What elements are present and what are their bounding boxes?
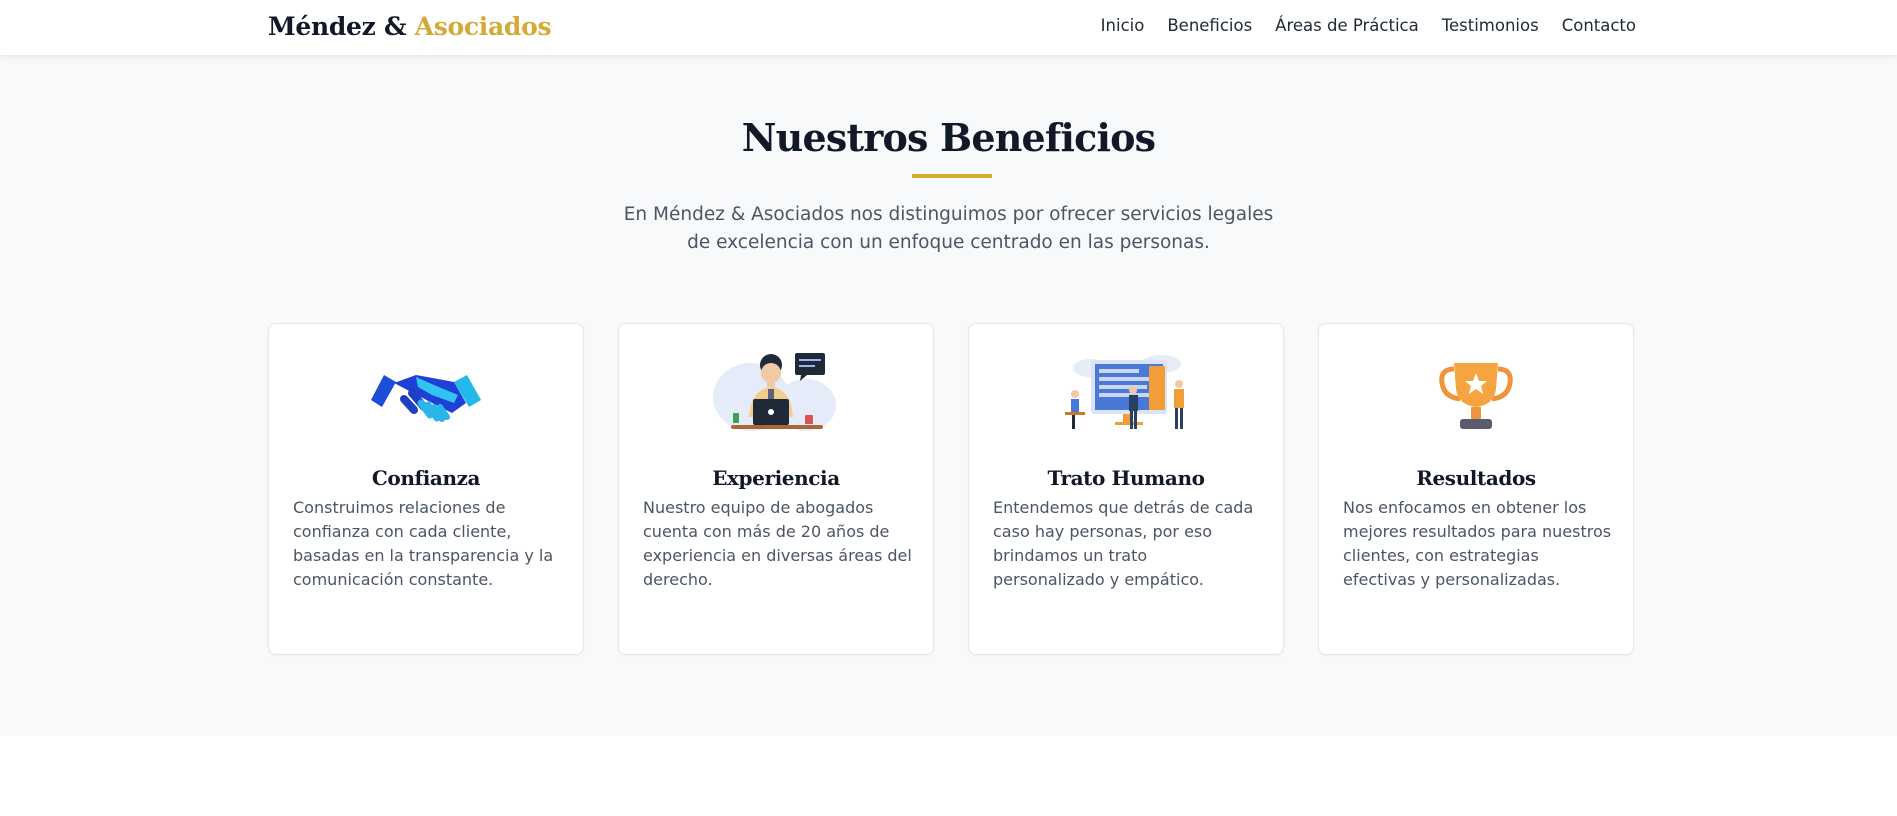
lawyer-laptop-icon [619,350,933,440]
card-description: Entendemos que detrás de cada caso hay p… [993,498,1254,589]
main-nav: Inicio Beneficios Áreas de Práctica Test… [1101,16,1636,35]
logo-main-text: Méndez & [268,12,407,41]
benefit-card-resultados: Resultados Nos enfocamos en obtener los … [1318,323,1634,655]
nav-link-inicio[interactable]: Inicio [1101,16,1145,35]
site-logo[interactable]: Méndez & Asociados [268,12,552,41]
section-subtitle: En Méndez & Asociados nos distinguimos p… [623,204,1274,253]
card-title: Experiencia [712,466,840,490]
card-title: Trato Humano [1047,466,1205,490]
card-title: Resultados [1416,466,1536,490]
card-description: Construimos relaciones de confianza con … [293,498,554,589]
section-title: Nuestros Beneficios [741,115,1156,160]
card-title: Confianza [371,466,481,490]
nav-link-beneficios[interactable]: Beneficios [1167,16,1252,35]
card-description: Nos enfocamos en obtener los mejores res… [1343,498,1612,589]
nav-link-areas-de-practica[interactable]: Áreas de Práctica [1275,16,1419,35]
benefit-card-experiencia: Experiencia Nuestro equipo de abogados c… [618,323,934,655]
benefit-card-confianza: Confianza Construimos relaciones de conf… [268,323,584,655]
benefits-section: Nuestros Beneficios En Méndez & Asociado… [0,55,1897,736]
trophy-icon [1319,350,1633,440]
logo-accent-text: Asociados [414,12,552,41]
handshake-icon [269,350,583,440]
card-description: Nuestro equipo de abogados cuenta con má… [643,498,912,589]
team-meeting-icon [969,350,1283,440]
benefit-card-trato-humano: Trato Humano Entendemos que detrás de ca… [968,323,1284,655]
title-underline [912,174,992,178]
page-bottom-area [0,736,1897,816]
nav-link-testimonios[interactable]: Testimonios [1442,16,1539,35]
site-header: Méndez & Asociados Inicio Beneficios Áre… [0,0,1897,55]
nav-link-contacto[interactable]: Contacto [1562,16,1636,35]
